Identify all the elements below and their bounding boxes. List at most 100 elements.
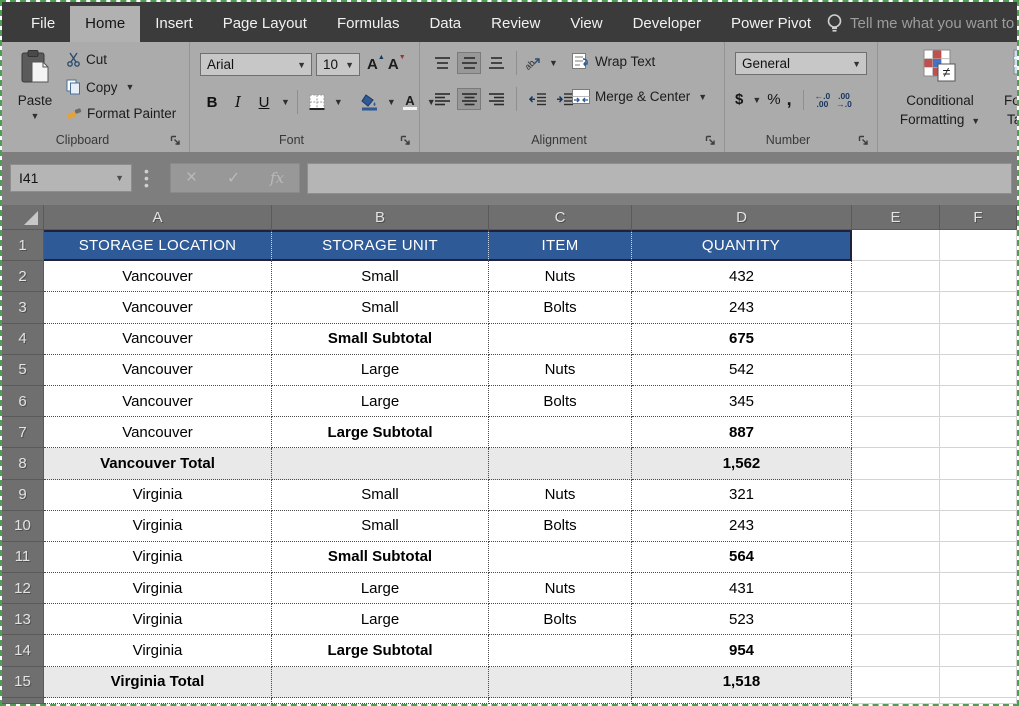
- cell-f15[interactable]: [940, 667, 1017, 698]
- cell-c2[interactable]: Nuts: [489, 261, 632, 292]
- borders-button[interactable]: [305, 91, 329, 113]
- accounting-dropdown-arrow[interactable]: ▼: [752, 95, 761, 105]
- number-format-combo[interactable]: General ▼: [735, 52, 867, 75]
- cell-a14[interactable]: Virginia: [44, 635, 272, 666]
- column-header-c[interactable]: C: [489, 205, 632, 230]
- cell-d11[interactable]: 564: [632, 542, 852, 573]
- cancel-button[interactable]: ×: [186, 167, 197, 189]
- shrink-font-button[interactable]: A ▼: [385, 56, 402, 73]
- cell-e4[interactable]: [852, 324, 940, 355]
- paste-button[interactable]: Paste ▼: [12, 50, 58, 121]
- cut-button[interactable]: Cut: [66, 52, 107, 67]
- cell-a9[interactable]: Virginia: [44, 480, 272, 511]
- cell-d6[interactable]: 345: [632, 386, 852, 417]
- percent-style-button[interactable]: %: [767, 91, 780, 108]
- bottom-align-button[interactable]: [484, 52, 508, 74]
- top-align-button[interactable]: [430, 52, 454, 74]
- row-header-3[interactable]: 3: [2, 292, 44, 323]
- select-all-corner[interactable]: [2, 205, 44, 230]
- cell-e10[interactable]: [852, 511, 940, 542]
- cell-c1[interactable]: ITEM: [489, 230, 632, 261]
- conditional-formatting-button[interactable]: ≠ Conditional Formatting ▼: [890, 48, 990, 131]
- cell-c14[interactable]: [489, 635, 632, 666]
- cell-e8[interactable]: [852, 448, 940, 479]
- cell-d2[interactable]: 432: [632, 261, 852, 292]
- column-header-d[interactable]: D: [632, 205, 852, 230]
- tab-formulas[interactable]: Formulas: [322, 6, 415, 42]
- row-header-12[interactable]: 12: [2, 573, 44, 604]
- cell-c5[interactable]: Nuts: [489, 355, 632, 386]
- left-align-button[interactable]: [430, 88, 454, 110]
- cell-b1[interactable]: STORAGE UNIT: [272, 230, 489, 261]
- name-box[interactable]: I41 ▼: [10, 164, 132, 192]
- insert-function-button[interactable]: fx: [270, 169, 284, 187]
- orientation-button[interactable]: ab ▼: [525, 55, 558, 71]
- cell-d9[interactable]: 321: [632, 480, 852, 511]
- cell-a2[interactable]: Vancouver: [44, 261, 272, 292]
- tab-review[interactable]: Review: [476, 6, 555, 42]
- cell-b15[interactable]: [272, 667, 489, 698]
- cell-b4[interactable]: Small Subtotal: [272, 324, 489, 355]
- cell-f8[interactable]: [940, 448, 1017, 479]
- tab-insert[interactable]: Insert: [140, 6, 208, 42]
- cell-a16[interactable]: [44, 698, 272, 704]
- cell-a1[interactable]: STORAGE LOCATION: [44, 230, 272, 261]
- row-header-6[interactable]: 6: [2, 386, 44, 417]
- cell-c16[interactable]: [489, 698, 632, 704]
- format-as-table-button[interactable]: Format a Table ▼: [996, 48, 1019, 131]
- cell-e7[interactable]: [852, 417, 940, 448]
- tab-view[interactable]: View: [555, 6, 617, 42]
- row-header-14[interactable]: 14: [2, 635, 44, 666]
- format-painter-button[interactable]: Format Painter: [66, 106, 176, 121]
- cell-f13[interactable]: [940, 604, 1017, 635]
- cell-d12[interactable]: 431: [632, 573, 852, 604]
- cell-f16[interactable]: [940, 698, 1017, 704]
- row-header-16[interactable]: [2, 698, 44, 704]
- cell-d4[interactable]: 675: [632, 324, 852, 355]
- cell-d8[interactable]: 1,562: [632, 448, 852, 479]
- number-dialog-launcher[interactable]: [858, 135, 869, 146]
- column-header-f[interactable]: F: [940, 205, 1017, 230]
- comma-style-button[interactable]: ,: [787, 89, 792, 110]
- bold-button[interactable]: B: [200, 91, 224, 113]
- cell-b5[interactable]: Large: [272, 355, 489, 386]
- cell-f10[interactable]: [940, 511, 1017, 542]
- font-dialog-launcher[interactable]: [400, 135, 411, 146]
- clipboard-dialog-launcher[interactable]: [170, 135, 181, 146]
- cell-d1[interactable]: QUANTITY: [632, 230, 852, 261]
- row-header-7[interactable]: 7: [2, 417, 44, 448]
- decrease-indent-button[interactable]: [525, 88, 549, 110]
- cell-f11[interactable]: [940, 542, 1017, 573]
- cell-e9[interactable]: [852, 480, 940, 511]
- row-header-15[interactable]: 15: [2, 667, 44, 698]
- font-color-button[interactable]: A: [398, 91, 422, 113]
- cell-d16[interactable]: [632, 698, 852, 704]
- tab-page-layout[interactable]: Page Layout: [208, 6, 322, 42]
- cell-b6[interactable]: Large: [272, 386, 489, 417]
- accounting-format-button[interactable]: $: [735, 91, 743, 108]
- cell-c8[interactable]: [489, 448, 632, 479]
- grow-font-button[interactable]: A ▲: [364, 56, 381, 73]
- cell-e6[interactable]: [852, 386, 940, 417]
- merge-center-button[interactable]: Merge & Center ▼: [572, 89, 707, 104]
- cell-e14[interactable]: [852, 635, 940, 666]
- underline-button[interactable]: U: [252, 91, 276, 113]
- cell-e2[interactable]: [852, 261, 940, 292]
- center-align-button[interactable]: [457, 88, 481, 110]
- cell-b3[interactable]: Small: [272, 292, 489, 323]
- cell-c10[interactable]: Bolts: [489, 511, 632, 542]
- borders-dropdown-arrow[interactable]: ▼: [334, 97, 343, 107]
- cell-d3[interactable]: 243: [632, 292, 852, 323]
- cell-c12[interactable]: Nuts: [489, 573, 632, 604]
- tab-file[interactable]: File: [16, 6, 70, 42]
- cell-d10[interactable]: 243: [632, 511, 852, 542]
- cell-a8[interactable]: Vancouver Total: [44, 448, 272, 479]
- row-header-10[interactable]: 10: [2, 511, 44, 542]
- row-header-8[interactable]: 8: [2, 448, 44, 479]
- cell-b14[interactable]: Large Subtotal: [272, 635, 489, 666]
- paste-dropdown-arrow[interactable]: ▼: [12, 111, 58, 121]
- cell-e16[interactable]: [852, 698, 940, 704]
- tell-me-box[interactable]: Tell me what you want to do...: [826, 13, 1019, 42]
- cell-e15[interactable]: [852, 667, 940, 698]
- font-name-combo[interactable]: Arial ▼: [200, 53, 312, 76]
